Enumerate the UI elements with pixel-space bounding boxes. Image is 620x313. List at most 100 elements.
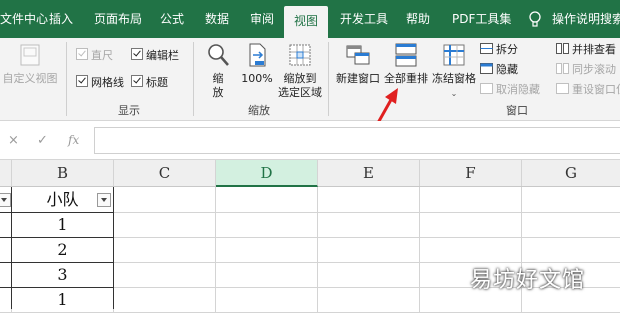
unhide-button[interactable]: 取消隐藏 [480,81,540,97]
cell[interactable] [216,213,318,238]
new-window-button[interactable]: 新建窗口 [334,42,382,86]
zoom-to-selection-label-line2: 选定区域 [278,86,322,99]
split-button[interactable]: 拆分 [480,41,518,57]
tab-review[interactable]: 审阅 [250,0,274,38]
sync-scroll-button[interactable]: 同步滚动 [556,61,616,77]
filter-dropdown-icon[interactable] [0,193,11,207]
checkbox-icon [131,75,143,87]
split-icon [480,43,493,54]
tell-me-search[interactable]: 操作说明搜索 [552,0,620,38]
ribbon-view: 自定义视图 直尺 编辑栏 网格线 标题 显示 缩放 100% 缩放到 选定区域 … [0,38,620,121]
table-cell[interactable]: 2 [12,238,114,263]
tab-file-center[interactable]: 文件中心 [0,0,48,38]
table-cell[interactable]: 1 [12,213,114,238]
column-header-b[interactable]: B [12,160,114,186]
reset-position-icon [556,83,569,94]
table-cell[interactable]: 1 [12,288,114,313]
cell[interactable] [216,263,318,288]
column-header-row: B C D E F G [0,160,620,187]
new-window-label: 新建窗口 [336,72,380,85]
tab-help[interactable]: 帮助 [406,0,430,38]
cell[interactable] [522,213,620,238]
filter-dropdown-icon[interactable] [97,193,111,207]
column-header-f[interactable]: F [420,160,522,186]
arrange-all-button[interactable]: 全部重排 [382,42,430,86]
zoom-group-label: 缩放 [248,104,270,117]
zoom-100-button[interactable]: 100% [238,42,276,86]
cell[interactable] [114,263,216,288]
zoom-100-label: 100% [241,72,273,85]
cell[interactable] [522,187,620,213]
cell[interactable] [216,238,318,263]
ribbon-tab-bar: 文件中心 插入 页面布局 公式 数据 审阅 视图 开发工具 帮助 PDF工具集 … [0,0,620,38]
cell[interactable] [114,187,216,213]
column-header-d[interactable]: D [216,160,318,187]
tab-view[interactable]: 视图 [284,6,329,38]
cell[interactable] [318,213,420,238]
side-by-side-icon [556,43,569,54]
cell[interactable] [318,187,420,213]
headings-checkbox[interactable]: 标题 [131,74,168,90]
gridlines-label: 网格线 [91,76,124,89]
header-cell-squad[interactable]: 小队 [12,187,114,213]
table-cell[interactable]: 3 [12,263,114,288]
hide-button[interactable]: 隐藏 [480,61,518,77]
formula-bar-label: 编辑栏 [146,49,179,62]
range-border [113,187,114,309]
range-border [0,212,114,213]
zoom-to-selection-button[interactable]: 缩放到 选定区域 [276,42,324,100]
enter-icon[interactable]: ✓ [37,133,48,148]
zoom-to-selection-label-line1: 缩放到 [283,72,317,85]
tab-data[interactable]: 数据 [205,0,229,38]
column-header-a-partial[interactable] [0,160,12,186]
cell[interactable] [114,238,216,263]
cell[interactable] [318,288,420,313]
cell[interactable] [114,288,216,313]
cancel-icon[interactable]: × [8,133,19,148]
zoom-label: 缩放 [212,72,224,99]
zoom-100-icon [249,43,266,67]
freeze-panes-button[interactable]: 冻结窗格 ⌄ [430,42,478,101]
reset-position-label: 重设窗口位置 [572,83,620,96]
checkbox-icon [76,75,88,87]
custom-view-label: 自定义视图 [2,72,58,85]
zoom-button[interactable]: 缩放 [200,42,236,100]
side-by-side-label: 并排查看 [572,43,616,56]
custom-view-button[interactable]: 自定义视图 [0,42,60,86]
cell[interactable] [318,263,420,288]
column-header-g[interactable]: G [522,160,620,186]
group-separator [66,42,67,116]
formula-bar-checkbox[interactable]: 编辑栏 [131,47,179,63]
cell[interactable] [216,288,318,313]
cell[interactable] [216,187,318,213]
hide-window-icon [480,63,493,74]
cell[interactable] [318,238,420,263]
tab-formulas[interactable]: 公式 [160,0,184,38]
cell[interactable] [114,213,216,238]
ruler-checkbox[interactable]: 直尺 [76,47,113,63]
new-window-icon [346,45,370,65]
gridlines-checkbox[interactable]: 网格线 [76,74,124,90]
sync-scroll-label: 同步滚动 [572,63,616,76]
cell[interactable] [420,187,522,213]
tab-page-layout[interactable]: 页面布局 [94,0,142,38]
insert-function-icon[interactable]: fx [68,133,79,147]
formula-input[interactable] [94,127,620,154]
column-header-e[interactable]: E [318,160,420,186]
column-header-c[interactable]: C [114,160,216,186]
tab-pdf-tools[interactable]: PDF工具集 [452,0,511,38]
tab-insert[interactable]: 插入 [49,0,73,38]
formula-bar: × ✓ fx [0,121,620,160]
range-border [0,287,114,288]
side-by-side-button[interactable]: 并排查看 [556,41,616,57]
tab-developer[interactable]: 开发工具 [340,0,388,38]
cell[interactable] [522,238,620,263]
split-label: 拆分 [496,43,518,56]
show-group-label: 显示 [118,104,140,117]
reset-position-button[interactable]: 重设窗口位置 [556,81,620,97]
lightbulb-icon [528,11,542,32]
cell[interactable] [420,238,522,263]
zoom-to-selection-icon [289,44,311,66]
unhide-window-icon [480,83,493,94]
cell[interactable] [420,213,522,238]
